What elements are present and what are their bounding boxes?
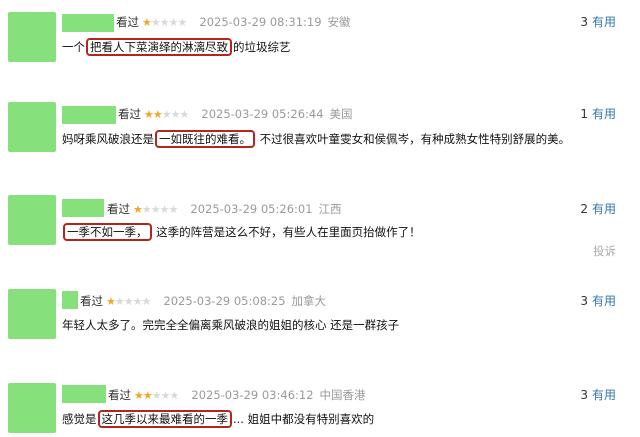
- comment-meta: 看过 ★★★★★ 2025-03-29 03:46:12 中国香港: [108, 387, 366, 404]
- comment-location: 江西: [318, 202, 342, 216]
- comment-time: 2025-03-29 05:08:25: [163, 294, 286, 308]
- comment-text-pre: 一个: [62, 40, 85, 54]
- useful-button[interactable]: 有用: [592, 202, 616, 216]
- star-icon: ★: [141, 295, 152, 308]
- comment-item: 看过 ★★★★★ 2025-03-29 03:46:12 中国香港 3 有用 感觉是 这几…: [0, 381, 640, 437]
- useful-button[interactable]: 有用: [592, 15, 616, 29]
- star-icon: ★: [141, 203, 152, 216]
- watched-status: 看过: [80, 294, 103, 308]
- comment-meta: 看过 ★★★★★ 2025-03-29 08:31:19 安徽: [116, 14, 351, 31]
- comment-text: 一个 把看人下菜演绎的淋漓尽致 的垃圾综艺: [62, 38, 291, 56]
- star-icon: ★: [151, 389, 162, 402]
- comment-location: 加拿大: [291, 294, 327, 308]
- comment-text-pre: 感觉是: [62, 412, 97, 426]
- username[interactable]: [62, 199, 104, 217]
- comment-text-pre: 年轻人太多了。完完全全偏离乘风破浪的姐姐的核心 还是一群孩子: [62, 318, 400, 332]
- star-icon: ★: [134, 389, 144, 402]
- comment-text-post: 的垃圾综艺: [233, 40, 291, 54]
- vote-count: 3: [580, 15, 588, 29]
- username[interactable]: [62, 14, 114, 32]
- comment-time: 2025-03-29 08:31:19: [199, 15, 322, 29]
- vote-area: 3 有用: [580, 14, 616, 30]
- useful-button[interactable]: 有用: [592, 294, 616, 308]
- comment-location: 美国: [329, 107, 353, 121]
- star-icon: ★: [150, 203, 161, 216]
- highlighted-text: 一如既往的难看。: [155, 130, 255, 148]
- avatar[interactable]: [8, 102, 56, 152]
- comment-text: 感觉是 这几季以来最难看的一季... 姐姐中都没有特别喜欢的: [62, 410, 374, 428]
- avatar[interactable]: [8, 289, 56, 339]
- useful-button[interactable]: 有用: [592, 107, 616, 121]
- vote-area: 3 有用: [580, 293, 616, 309]
- vote-count: 2: [580, 202, 588, 216]
- star-icon: ★: [170, 108, 181, 121]
- comment-text: 一季不如一季， 这季的阵营是这么不好，有些人在里面页抬做作了！: [62, 223, 421, 241]
- star-icon: ★: [106, 295, 116, 308]
- comment-text: 妈呀乘风破浪还是 一如既往的难看。 不过很喜欢叶童雯女和侯佩岑，有种成熟女性特别舒…: [62, 130, 570, 148]
- rating-stars: ★★★★★: [134, 388, 180, 404]
- star-icon: ★: [142, 389, 153, 402]
- comment-meta: 看过 ★★★★★ 2025-03-29 05:26:44 美国: [118, 106, 353, 123]
- comment-text-post: 这季的阵营是这么不好，有些人在里面页抬做作了！: [152, 225, 421, 239]
- highlighted-text: 一季不如一季，: [63, 223, 152, 241]
- star-icon: ★: [159, 16, 170, 29]
- star-icon: ★: [169, 389, 180, 402]
- watched-status: 看过: [118, 107, 141, 121]
- vote-count: 3: [580, 294, 588, 308]
- username[interactable]: [62, 106, 116, 124]
- star-icon: ★: [150, 16, 161, 29]
- comment-text-post: ... 姐姐中都没有特别喜欢的: [233, 412, 375, 426]
- watched-status: 看过: [107, 202, 130, 216]
- highlighted-text: 这几季以来最难看的一季: [97, 410, 232, 428]
- vote-count: 3: [580, 388, 588, 402]
- comment-item: 看过 ★★★★★ 2025-03-29 08:31:19 安徽 3 有用 一个 把看人下菜…: [0, 8, 640, 100]
- comment-location: 中国香港: [319, 388, 366, 402]
- comment-item: 看过 ★★★★★ 2025-03-29 05:26:44 美国 1 有用 妈呀乘风破浪还…: [0, 102, 640, 194]
- star-icon: ★: [142, 16, 152, 29]
- comment-time: 2025-03-29 05:26:44: [201, 107, 324, 121]
- star-icon: ★: [132, 295, 143, 308]
- useful-button[interactable]: 有用: [592, 388, 616, 402]
- comment-text-pre: 妈呀乘风破浪还是: [62, 132, 154, 146]
- star-icon: ★: [168, 16, 179, 29]
- rating-stars: ★★★★★: [133, 202, 179, 218]
- comment-meta: 看过 ★★★★★ 2025-03-29 05:08:25 加拿大: [80, 293, 326, 310]
- star-icon: ★: [161, 108, 172, 121]
- watched-status: 看过: [116, 15, 139, 29]
- star-icon: ★: [177, 16, 188, 29]
- username[interactable]: [62, 291, 78, 309]
- highlighted-text: 把看人下菜演绎的淋漓尽致: [86, 38, 232, 56]
- comment-location: 安徽: [327, 15, 351, 29]
- comment-text: 年轻人太多了。完完全全偏离乘风破浪的姐姐的核心 还是一群孩子: [62, 317, 399, 333]
- avatar[interactable]: [8, 195, 56, 245]
- star-icon: ★: [168, 203, 179, 216]
- rating-stars: ★★★★★: [142, 15, 188, 31]
- star-icon: ★: [179, 108, 190, 121]
- comment-time: 2025-03-29 05:26:01: [190, 202, 313, 216]
- comment-time: 2025-03-29 03:46:12: [191, 388, 314, 402]
- star-icon: ★: [160, 389, 171, 402]
- avatar[interactable]: [8, 12, 56, 62]
- rating-stars: ★★★★★: [106, 294, 152, 310]
- star-icon: ★: [159, 203, 170, 216]
- vote-area: 3 有用: [580, 387, 616, 403]
- watched-status: 看过: [108, 388, 131, 402]
- comment-item: 看过 ★★★★★ 2025-03-29 05:08:25 加拿大 3 有用 年轻人太多了…: [0, 287, 640, 379]
- comment-text-post: 不过很喜欢叶童雯女和侯佩岑，有种成熟女性特别舒展的美。: [256, 132, 571, 146]
- star-icon: ★: [152, 108, 163, 121]
- star-icon: ★: [114, 295, 125, 308]
- star-icon: ★: [144, 108, 154, 121]
- star-icon: ★: [123, 295, 134, 308]
- comment-meta: 看过 ★★★★★ 2025-03-29 05:26:01 江西: [107, 201, 342, 218]
- comment-item: 看过 ★★★★★ 2025-03-29 05:26:01 江西 2 有用 一季不如一季，…: [0, 195, 640, 287]
- rating-stars: ★★★★★: [144, 107, 190, 123]
- star-icon: ★: [133, 203, 143, 216]
- username[interactable]: [62, 385, 106, 403]
- vote-area: 2 有用: [580, 201, 616, 217]
- vote-area: 1 有用: [580, 106, 616, 122]
- report-link[interactable]: 投诉: [593, 243, 616, 259]
- vote-count: 1: [580, 107, 588, 121]
- avatar[interactable]: [8, 383, 56, 433]
